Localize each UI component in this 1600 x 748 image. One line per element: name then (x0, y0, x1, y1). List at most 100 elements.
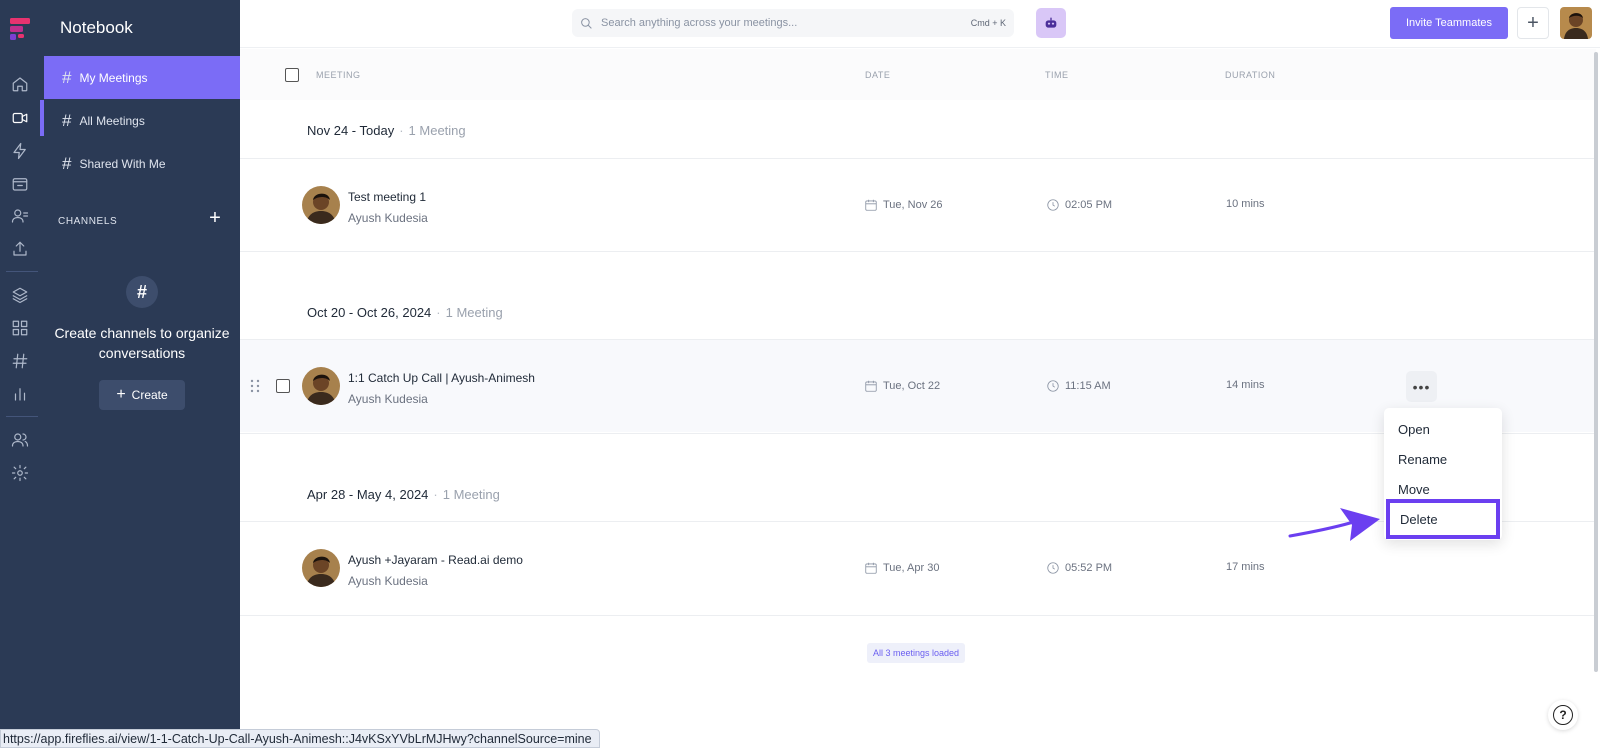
date-text: Tue, Apr 30 (883, 562, 940, 574)
meeting-time: 02:05 PM (1046, 198, 1112, 212)
icon-rail (0, 0, 44, 748)
meeting-date: Tue, Apr 30 (864, 561, 939, 575)
meeting-duration: 17 mins (1226, 561, 1265, 573)
group-header: Apr 28 - May 4, 2024 · 1 Meeting (307, 487, 500, 502)
lightning-icon[interactable] (9, 140, 31, 162)
help-icon: ? (1553, 705, 1573, 725)
upload-icon[interactable] (9, 238, 31, 260)
sidebar-title: Notebook (60, 18, 133, 37)
group-count: 1 Meeting (408, 123, 466, 138)
sidebar-item-shared-with-me[interactable]: # Shared With Me (44, 142, 240, 185)
meeting-time: 05:52 PM (1046, 561, 1112, 575)
row-checkbox[interactable] (276, 379, 290, 393)
menu-item-delete[interactable]: Delete (1386, 499, 1500, 539)
add-channel-button[interactable]: + (206, 208, 224, 228)
drag-handle-icon[interactable] (250, 379, 260, 393)
sidebar-item-all-meetings[interactable]: # All Meetings (44, 99, 240, 142)
search-placeholder: Search anything across your meetings... (601, 17, 798, 29)
group-title: Oct 20 - Oct 26, 2024 (307, 305, 432, 320)
team-icon[interactable] (9, 429, 31, 451)
layers-icon[interactable] (9, 284, 31, 306)
column-header-time[interactable]: TIME (1045, 70, 1069, 80)
search-shortcut: Cmd + K (970, 18, 1006, 28)
sidebar-item-label: All Meetings (79, 113, 145, 128)
users-icon[interactable] (9, 205, 31, 227)
date-text: Tue, Oct 22 (883, 380, 941, 392)
meeting-title[interactable]: Test meeting 1 (348, 190, 426, 204)
table-header: MEETING DATE TIME DURATION (240, 49, 1596, 100)
ai-assistant-button[interactable] (1036, 8, 1066, 38)
meeting-host: Ayush Kudesia (348, 392, 428, 406)
hash-icon[interactable] (9, 350, 31, 372)
sidebar-item-label: Shared With Me (79, 156, 166, 171)
home-icon[interactable] (9, 73, 31, 95)
top-bar: Search anything across your meetings... … (240, 0, 1600, 48)
date-text: Tue, Nov 26 (883, 199, 943, 211)
bar-chart-icon[interactable] (9, 383, 31, 405)
clock-icon (1047, 562, 1059, 574)
group-header: Oct 20 - Oct 26, 2024 · 1 Meeting (307, 305, 503, 320)
column-header-duration[interactable]: DURATION (1225, 70, 1275, 80)
group-title: Apr 28 - May 4, 2024 (307, 487, 429, 502)
hash-icon: # (62, 67, 72, 87)
status-bar-url: https://app.fireflies.ai/view/1-1-Catch-… (0, 729, 600, 748)
avatar (302, 367, 340, 405)
robot-icon (1045, 17, 1057, 28)
search-input[interactable]: Search anything across your meetings... … (572, 9, 1014, 37)
group-title: Nov 24 - Today (307, 123, 395, 138)
channels-heading: CHANNELS (58, 216, 118, 227)
time-text: 02:05 PM (1065, 199, 1113, 211)
clock-icon (1047, 380, 1059, 392)
rail-divider (6, 416, 38, 417)
divider (240, 615, 1596, 616)
meeting-title[interactable]: 1:1 Catch Up Call | Ayush-Animesh (348, 371, 535, 385)
all-loaded-badge: All 3 meetings loaded (867, 643, 965, 663)
calendar-icon (865, 562, 877, 574)
avatar (302, 186, 340, 224)
rail-divider (6, 271, 38, 272)
search-icon (581, 17, 592, 29)
table-row[interactable]: Test meeting 1 Ayush Kudesia Tue, Nov 26… (240, 159, 1596, 251)
help-button[interactable]: ? (1548, 700, 1578, 730)
user-avatar[interactable] (1560, 7, 1592, 39)
avatar (302, 549, 340, 587)
context-menu: Open Rename Move Delete (1384, 408, 1502, 540)
calendar-icon (865, 199, 877, 211)
meeting-duration: 14 mins (1226, 379, 1265, 391)
meeting-date: Tue, Oct 22 (864, 379, 940, 393)
meeting-date: Tue, Nov 26 (864, 198, 943, 212)
meeting-host: Ayush Kudesia (348, 574, 428, 588)
group-count: 1 Meeting (442, 487, 500, 502)
hash-icon: # (62, 153, 72, 173)
scrollbar[interactable] (1594, 52, 1598, 672)
channel-hash-icon: # (126, 276, 158, 308)
add-button[interactable]: + (1517, 7, 1549, 39)
grid-icon[interactable] (9, 317, 31, 339)
group-header: Nov 24 - Today · 1 Meeting (307, 123, 466, 138)
settings-icon[interactable] (9, 462, 31, 484)
invite-teammates-button[interactable]: Invite Teammates (1390, 7, 1508, 39)
video-icon[interactable] (9, 107, 31, 129)
column-header-meeting[interactable]: MEETING (316, 70, 361, 80)
menu-item-move[interactable]: Move (1398, 482, 1430, 497)
plus-icon: + (116, 386, 126, 403)
meeting-host: Ayush Kudesia (348, 211, 428, 225)
meeting-title[interactable]: Ayush +Jayaram - Read.ai demo (348, 553, 523, 567)
meeting-duration: 10 mins (1226, 198, 1265, 210)
fireflies-logo[interactable] (6, 14, 34, 42)
time-text: 11:15 AM (1065, 380, 1111, 392)
sidebar-item-my-meetings[interactable]: # My Meetings (44, 56, 240, 99)
time-text: 05:52 PM (1065, 562, 1113, 574)
annotation-arrow (1288, 508, 1380, 541)
inbox-icon[interactable] (9, 173, 31, 195)
sidebar: Notebook # My Meetings # All Meetings # … (44, 0, 240, 748)
more-options-button[interactable]: ••• (1406, 371, 1437, 402)
select-all-checkbox[interactable] (285, 68, 299, 82)
column-header-date[interactable]: DATE (865, 70, 890, 80)
group-count: 1 Meeting (445, 305, 503, 320)
create-label: Create (131, 388, 168, 402)
divider (240, 251, 1596, 252)
menu-item-open[interactable]: Open (1398, 422, 1430, 437)
create-channel-button[interactable]: + Create (99, 380, 185, 410)
menu-item-rename[interactable]: Rename (1398, 452, 1447, 467)
